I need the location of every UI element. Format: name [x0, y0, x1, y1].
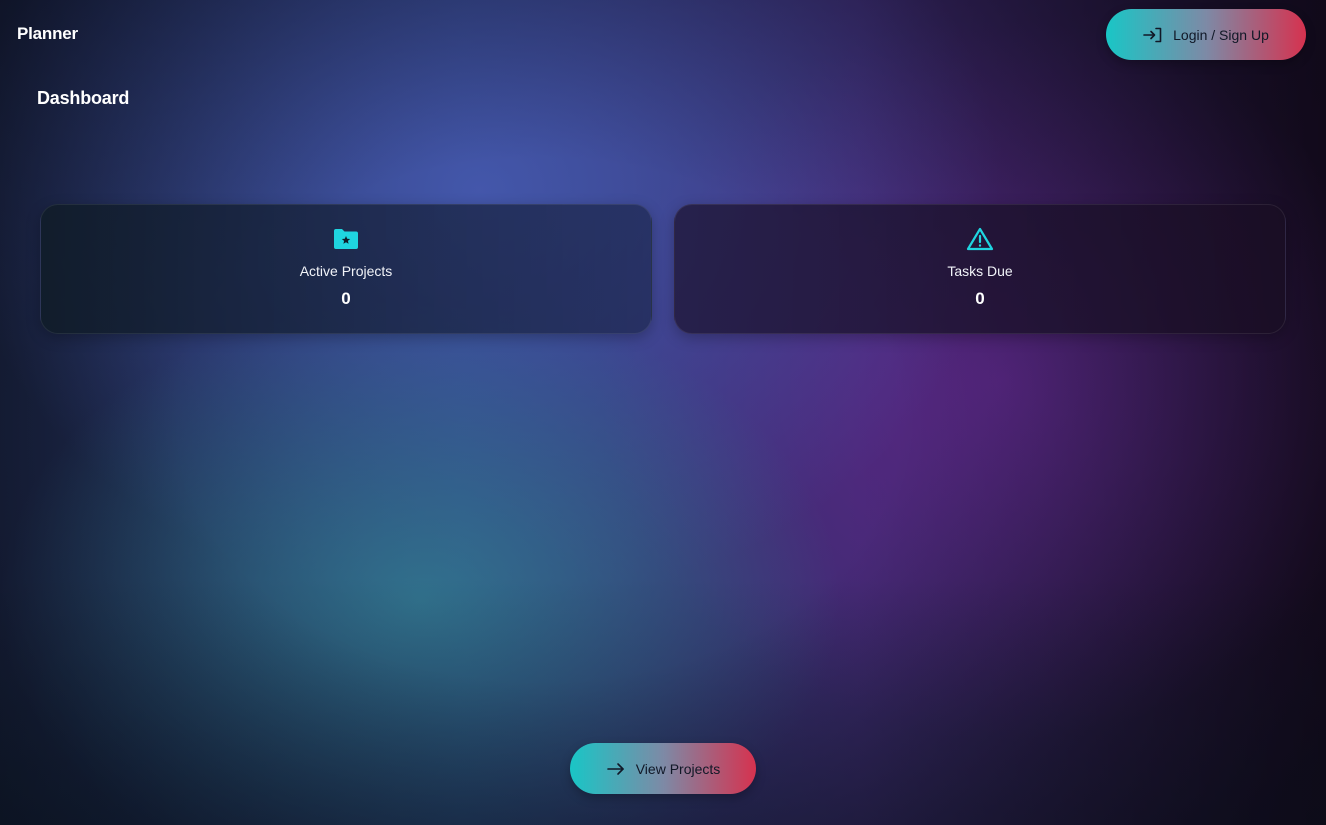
tasks-due-label: Tasks Due [947, 263, 1013, 279]
warning-icon [966, 227, 994, 251]
login-icon [1143, 27, 1163, 43]
active-projects-label: Active Projects [299, 263, 393, 279]
active-projects-card: Active Projects 0 [40, 204, 652, 334]
active-projects-value: 0 [341, 289, 351, 308]
page-title: Dashboard [37, 88, 130, 108]
login-signup-button[interactable]: Login / Sign Up [1106, 9, 1306, 60]
background-gradient [0, 0, 1326, 825]
tasks-due-card: Tasks Due 0 [674, 204, 1286, 334]
view-projects-button[interactable]: View Projects [570, 743, 756, 794]
tasks-due-value: 0 [975, 289, 985, 308]
stats-cards: Active Projects 0 Tasks Due 0 [40, 204, 1286, 334]
folder-star-icon [332, 227, 360, 251]
login-signup-label: Login / Sign Up [1173, 26, 1269, 43]
app-title: Planner [17, 24, 78, 43]
view-projects-label: View Projects [635, 760, 721, 777]
arrow-right-icon [606, 762, 626, 776]
